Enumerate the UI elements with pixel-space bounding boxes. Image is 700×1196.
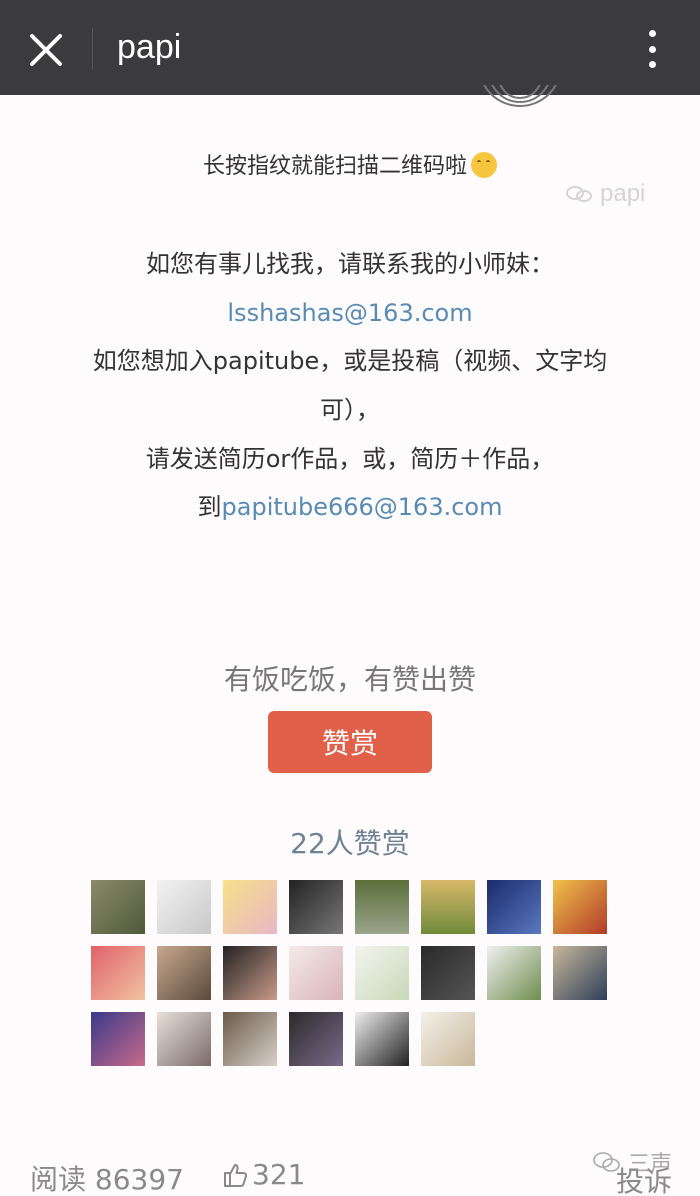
join-line-1: 如您想加入papitube，或是投稿（视频、文字均: [92, 347, 608, 375]
reward-avatar[interactable]: [553, 946, 607, 1000]
more-dot: [648, 61, 656, 68]
reward-avatar[interactable]: [289, 1012, 343, 1066]
join-line-4: 到papitube666@163.com: [0, 493, 700, 522]
join-line-3: 请发送简历or作品，或，简历＋作品，: [145, 445, 555, 473]
reward-avatar[interactable]: [355, 946, 409, 1000]
scan-hint: 长按指纹就能扫描二维码啦: [0, 148, 700, 180]
reward-button[interactable]: 赞赏: [268, 711, 432, 773]
reward-avatar[interactable]: [421, 880, 475, 934]
like-count: 321: [252, 1158, 306, 1191]
reward-avatar[interactable]: [553, 880, 607, 934]
more-vertical-icon: [648, 30, 656, 37]
reward-avatar[interactable]: [91, 946, 145, 1000]
reward-avatar[interactable]: [223, 1012, 277, 1066]
reward-avatar[interactable]: [289, 946, 343, 1000]
read-number: 86397: [94, 1163, 184, 1196]
read-count: 阅读 86397: [30, 1158, 184, 1196]
reward-avatar[interactable]: [487, 946, 541, 1000]
more-dot: [648, 45, 656, 53]
scan-hint-text: 长按指纹就能扫描二维码啦: [202, 154, 467, 179]
watermark-text: papi: [600, 180, 646, 207]
reward-avatar[interactable]: [157, 946, 211, 1000]
reward-avatar[interactable]: [91, 1012, 145, 1066]
contact-email-link[interactable]: lsshashas@163.com: [227, 299, 472, 327]
reward-avatar[interactable]: [421, 946, 475, 1000]
close-icon: [30, 34, 62, 66]
reward-caption: 有饭吃饭，有赞出赞: [223, 663, 476, 696]
reward-avatar[interactable]: [157, 880, 211, 934]
fingerprint-image[interactable]: [475, 85, 565, 109]
submission-email-link[interactable]: papitube666@163.com: [222, 493, 503, 521]
page-title: papi: [117, 28, 182, 66]
top-bar: papi: [0, 0, 700, 95]
reward-avatar[interactable]: [223, 880, 277, 934]
contact-line: 如您有事儿找我，请联系我的小师妹：: [146, 250, 554, 278]
reward-avatar[interactable]: [355, 880, 409, 934]
article-footer: 阅读 86397 321 三声 投诉: [0, 1152, 700, 1196]
join-line-2: 可），: [320, 396, 380, 424]
report-link[interactable]: 投诉: [616, 1160, 672, 1196]
reward-avatar[interactable]: [91, 880, 145, 934]
join-to-text: 到: [197, 493, 222, 521]
contact-email-line: lsshashas@163.com: [0, 299, 700, 328]
close-button[interactable]: [22, 26, 70, 74]
reward-avatar[interactable]: [421, 1012, 475, 1066]
read-label: 阅读: [30, 1163, 87, 1196]
wechat-icon: [566, 184, 596, 204]
reward-avatar[interactable]: [289, 880, 343, 934]
reward-count[interactable]: 22人赞赏: [0, 822, 700, 862]
image-watermark: papi: [566, 180, 645, 208]
more-menu-button[interactable]: [642, 26, 662, 72]
top-bar-divider: [92, 28, 93, 70]
smiling-emoji-icon: [471, 152, 497, 178]
thumbs-up-icon: [224, 1163, 248, 1187]
reward-avatar[interactable]: [223, 946, 277, 1000]
reward-avatar[interactable]: [487, 880, 541, 934]
reward-avatar[interactable]: [157, 1012, 211, 1066]
reward-avatar[interactable]: [355, 1012, 409, 1066]
like-button[interactable]: 321: [222, 1158, 305, 1191]
